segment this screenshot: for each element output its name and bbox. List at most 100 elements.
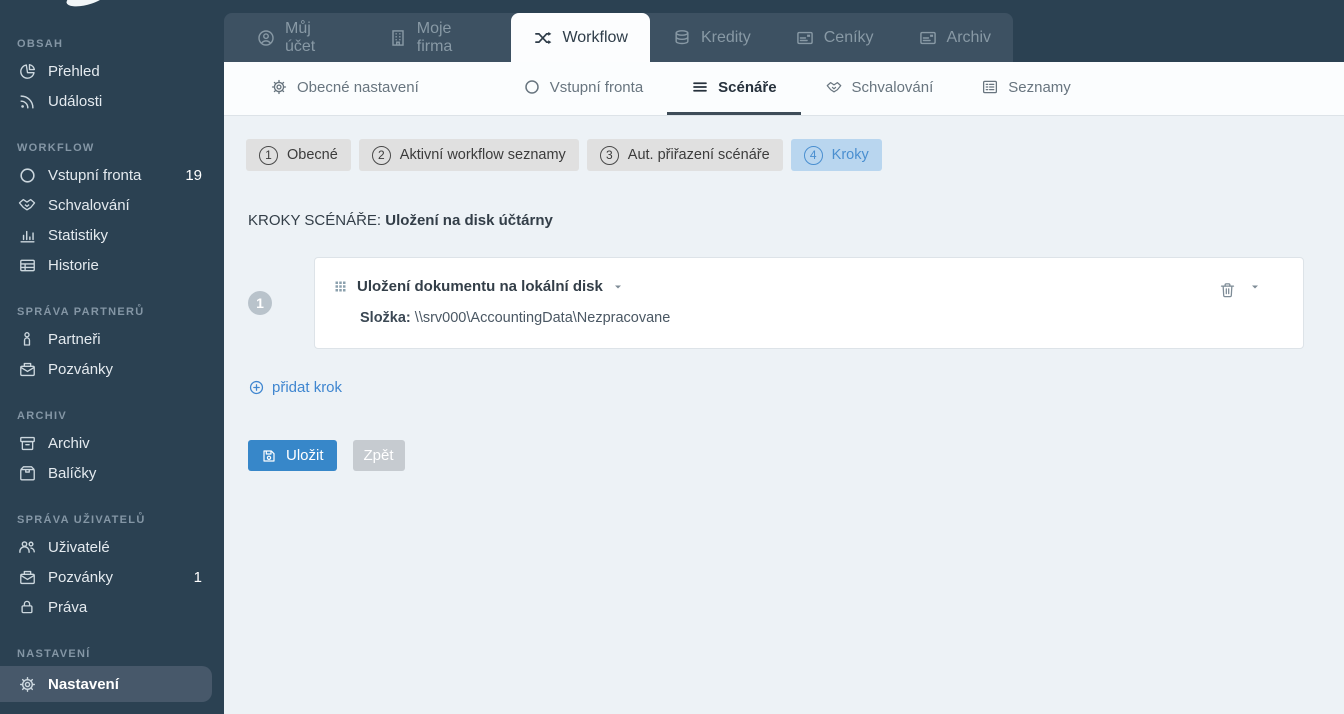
tab-workflow[interactable]: Workflow [511, 13, 650, 62]
sidebar-section-nastaveni: NASTAVENÍ Nastavení [0, 648, 224, 702]
subtab-schvalovani[interactable]: Schvalování [801, 62, 958, 115]
section-title: OBSAH [0, 38, 224, 56]
sidebar-item-label: Práva [48, 599, 87, 616]
sidebar-item-statistiky[interactable]: Statistiky [0, 220, 224, 250]
save-button[interactable]: Uložit [248, 440, 337, 471]
drag-handle-icon[interactable] [333, 279, 348, 294]
page-title-prefix: KROKY SCÉNÁŘE: [248, 212, 381, 229]
sidebar-item-label: Historie [48, 257, 99, 274]
sidebar-section-sprava-uzivatelu: SPRÁVA UŽIVATELŮ Uživatelé Pozvánky 1 Pr… [0, 514, 224, 622]
count-badge: 1 [194, 569, 202, 586]
tab-label: Moje firma [417, 20, 490, 56]
handshake-icon [17, 195, 37, 215]
section-title: NASTAVENÍ [0, 648, 224, 666]
subtab-obecne-nastaveni[interactable]: Obecné nastavení [246, 62, 443, 115]
user-circle-icon [256, 28, 276, 48]
step-card-body: Uložení dokumentu na lokální disk Složka… [333, 278, 1218, 326]
sidebar-item-archiv[interactable]: Archiv [0, 428, 224, 458]
section-title: SPRÁVA PARTNERŮ [0, 306, 224, 324]
tab-label: Ceníky [824, 29, 874, 47]
subtab-scenare[interactable]: Scénáře [667, 62, 800, 115]
sidebar-item-historie[interactable]: Historie [0, 250, 224, 280]
pie-chart-icon [17, 61, 37, 81]
wizard-step-3[interactable]: 3 Aut. přiřazení scénáře [587, 139, 783, 171]
wizard-step-1[interactable]: 1 Obecné [246, 139, 351, 171]
envelope-icon [17, 359, 37, 379]
step-card-actions [1218, 281, 1285, 326]
circle-icon [17, 165, 37, 185]
step-number: 1 [259, 146, 278, 165]
archive-box-icon [17, 433, 37, 453]
tab-moje-firma[interactable]: Moje firma [366, 13, 512, 62]
list-box-icon [981, 78, 999, 96]
tab-label: Můj účet [285, 20, 344, 56]
plus-circle-icon [248, 379, 265, 396]
sidebar-item-prehled[interactable]: Přehled [0, 56, 224, 86]
wizard-step-2[interactable]: 2 Aktivní workflow seznamy [359, 139, 579, 171]
coins-icon [672, 28, 692, 48]
sidebar-item-udalosti[interactable]: Události [0, 86, 224, 116]
subtab-seznamy[interactable]: Seznamy [957, 62, 1095, 115]
step-number: 4 [804, 146, 823, 165]
step-label: Aut. přiřazení scénáře [628, 147, 770, 163]
back-button[interactable]: Zpět [353, 440, 405, 471]
wizard-steps: 1 Obecné 2 Aktivní workflow seznamy 3 Au… [246, 139, 1304, 171]
sidebar: OBSAH Přehled Události WORKFLOW Vstupní … [0, 0, 224, 714]
gear-icon [270, 78, 288, 96]
sidebar-item-label: Uživatelé [48, 539, 110, 556]
table-icon [17, 255, 37, 275]
sidebar-item-pozvanky-partneru[interactable]: Pozvánky [0, 354, 224, 384]
tab-label: Archiv [947, 29, 991, 47]
subtab-label: Vstupní fronta [550, 79, 643, 96]
page-title-value: Uložení na disk účtárny [385, 212, 553, 229]
rss-icon [17, 91, 37, 111]
sidebar-item-label: Pozvánky [48, 361, 113, 378]
add-step-label: přidat krok [272, 379, 342, 396]
step-title: Uložení dokumentu na lokální disk [357, 278, 603, 295]
step-label: Kroky [832, 147, 869, 163]
page-title: KROKY SCÉNÁŘE: Uložení na disk účtárny [248, 212, 1304, 229]
delete-step-button[interactable] [1218, 281, 1237, 300]
sidebar-item-schvalovani[interactable]: Schvalování [0, 190, 224, 220]
sidebar-item-label: Partneři [48, 331, 101, 348]
lock-icon [17, 597, 37, 617]
sidebar-item-uzivatele[interactable]: Uživatelé [0, 532, 224, 562]
package-icon [17, 463, 37, 483]
scenario-step-row: 1 Uložení dokumentu na lokální disk Slož… [246, 257, 1304, 349]
tab-kredity[interactable]: Kredity [650, 13, 773, 62]
step-title-row: Uložení dokumentu na lokální disk [333, 278, 1218, 295]
wizard-step-4[interactable]: 4 Kroky [791, 139, 882, 171]
tab-ceniky[interactable]: Ceníky [773, 13, 896, 62]
tab-muj-ucet[interactable]: Můj účet [234, 13, 366, 62]
sidebar-section-workflow: WORKFLOW Vstupní fronta 19 Schvalování S… [0, 142, 224, 280]
step-folder-field: Složka: \\srv000\AccountingData\Nezpraco… [360, 310, 1218, 326]
circle-icon [523, 78, 541, 96]
content-area: 1 Obecné 2 Aktivní workflow seznamy 3 Au… [224, 116, 1344, 714]
subtab-label: Seznamy [1008, 79, 1071, 96]
sidebar-section-sprava-partneru: SPRÁVA PARTNERŮ Partneři Pozvánky [0, 306, 224, 384]
step-number: 3 [600, 146, 619, 165]
sidebar-item-vstupni-fronta[interactable]: Vstupní fronta 19 [0, 160, 224, 190]
sidebar-item-pozvanky-uzivatelu[interactable]: Pozvánky 1 [0, 562, 224, 592]
sidebar-item-label: Archiv [48, 435, 90, 452]
sidebar-section-obsah: OBSAH Přehled Události [0, 38, 224, 116]
building-icon [388, 28, 408, 48]
sidebar-item-label: Schvalování [48, 197, 130, 214]
sidebar-item-label: Vstupní fronta [48, 167, 141, 184]
floppy-icon [261, 448, 277, 464]
step-type-dropdown[interactable] [612, 281, 624, 293]
subtab-label: Obecné nastavení [297, 79, 419, 96]
sidebar-item-label: Události [48, 93, 102, 110]
action-buttons: Uložit Zpět [248, 440, 1304, 471]
tab-archiv[interactable]: Archiv [896, 13, 1013, 62]
sidebar-item-partneri[interactable]: Partneři [0, 324, 224, 354]
section-title: ARCHIV [0, 410, 224, 428]
sidebar-item-nastaveni[interactable]: Nastavení [0, 666, 212, 702]
add-step-link[interactable]: přidat krok [248, 379, 342, 396]
sidebar-item-balicky[interactable]: Balíčky [0, 458, 224, 488]
subtab-vstupni-fronta[interactable]: Vstupní fronta [499, 62, 667, 115]
sidebar-section-archiv: ARCHIV Archiv Balíčky [0, 410, 224, 488]
sidebar-item-prava[interactable]: Práva [0, 592, 224, 622]
person-icon [17, 329, 37, 349]
collapse-step-button[interactable] [1249, 281, 1261, 293]
